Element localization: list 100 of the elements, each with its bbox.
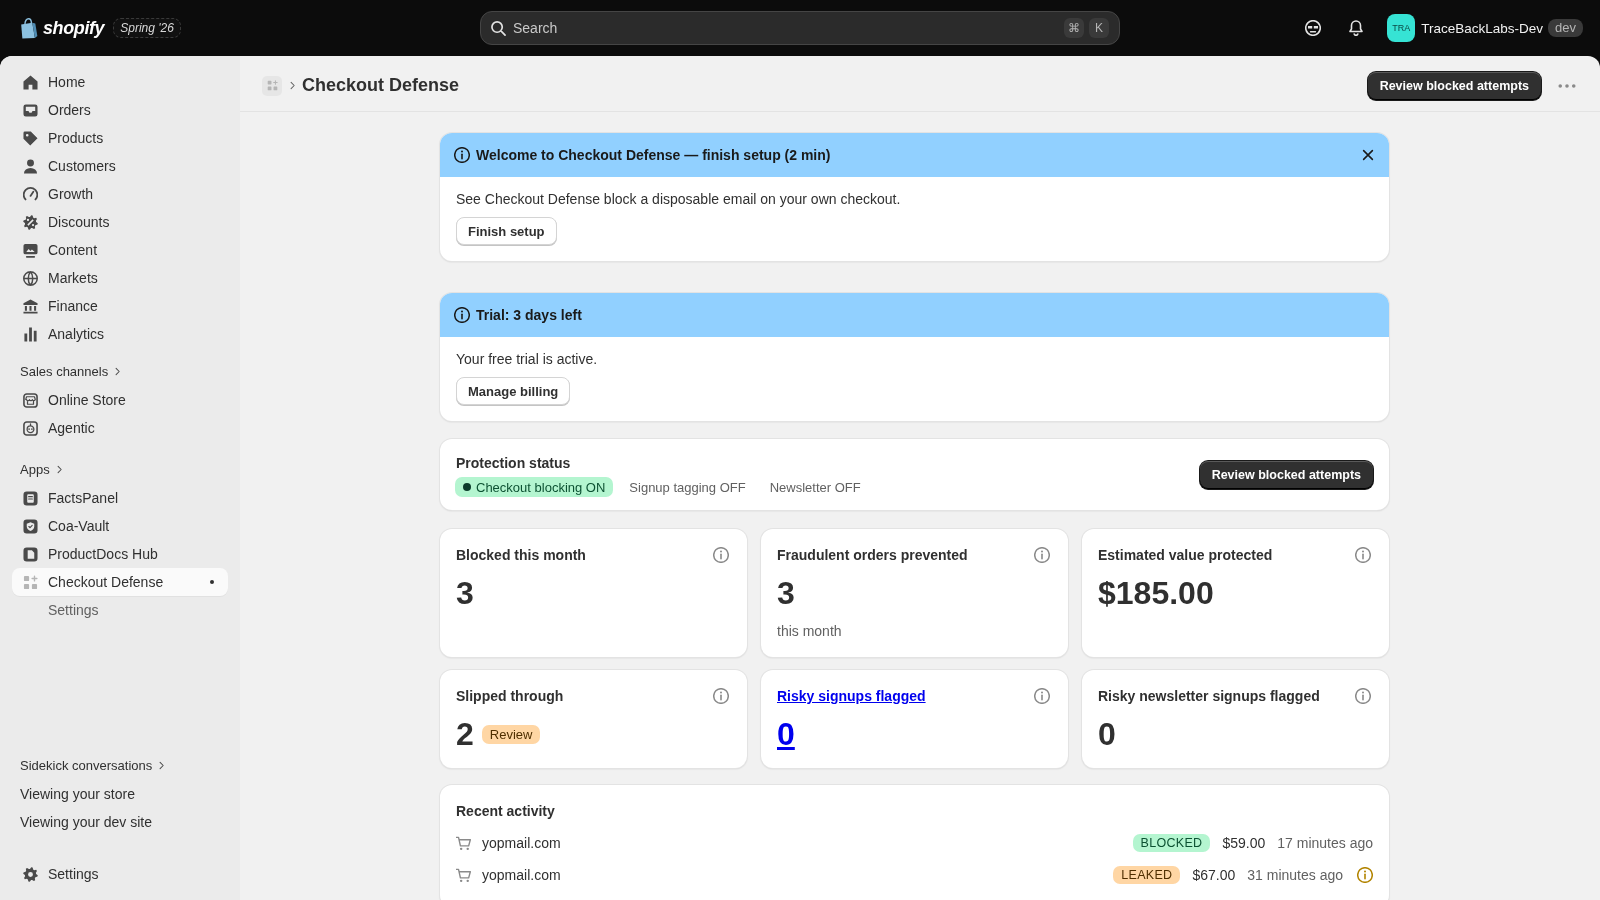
sidebar-item[interactable]: Orders [12, 96, 228, 124]
percent-badge-icon [22, 214, 38, 230]
grid-icon [22, 574, 38, 590]
chevron-icon [54, 464, 64, 474]
sidebar-item[interactable]: Coa-Vault [12, 512, 228, 540]
sidebar-item[interactable]: Content [12, 236, 228, 264]
status-tag: BLOCKED [1132, 834, 1211, 852]
stat-title-link[interactable]: Risky signups flagged [777, 686, 926, 706]
store-name[interactable]: TraceBackLabs-Dev [1421, 20, 1544, 36]
shield-icon [22, 518, 38, 534]
section-heading[interactable]: Sidekick conversations [12, 750, 167, 780]
bar-chart-icon [22, 326, 38, 342]
sidebar-item[interactable]: Growth [12, 180, 228, 208]
search-field[interactable]: Search ⌘ K [480, 11, 1120, 45]
info-icon[interactable] [1355, 547, 1371, 563]
status-label: Checkout blocking ON [476, 479, 606, 495]
shortcut-key: K [1089, 18, 1109, 38]
chevron-icon [288, 81, 297, 90]
info-icon [454, 307, 470, 323]
activity-amount: $67.00 [1192, 867, 1236, 883]
activity-domain: yopmail.com [482, 835, 561, 851]
status-dot-icon [463, 483, 471, 491]
picture-icon [22, 242, 38, 258]
card-title: Recent activity [456, 802, 556, 821]
banner-button[interactable]: Manage billing [456, 377, 571, 405]
sidebar-item[interactable]: Products [12, 124, 228, 152]
search-icon [491, 20, 506, 36]
logo-wordmark[interactable]: shopify [43, 17, 105, 39]
status-tag: LEAKED [1113, 866, 1181, 884]
sidebar-item[interactable]: Home [12, 68, 228, 96]
conversation-link[interactable]: Viewing your store [12, 780, 143, 808]
activity-time: 31 minutes ago [1247, 867, 1343, 883]
dot-icon [210, 580, 214, 584]
banner-text: See Checkout Defense block a disposable email on your own checkout. [456, 190, 902, 209]
status-label: Newsletter OFF [769, 479, 861, 495]
sidebar-item[interactable]: Discounts [12, 208, 228, 236]
status-label: Signup tagging OFF [629, 479, 746, 495]
search-input[interactable]: Search [513, 18, 1059, 38]
face-icon[interactable] [1305, 20, 1322, 36]
review-button[interactable]: Review blocked attempts [1367, 71, 1541, 100]
grid-icon[interactable] [262, 75, 282, 96]
page-icon [22, 546, 38, 562]
stat-title: Slipped through [456, 687, 564, 706]
stat-note: this month [777, 622, 843, 641]
sidebar-item[interactable]: Agentic [12, 414, 228, 442]
section-heading[interactable]: Apps [12, 454, 64, 484]
info-icon[interactable] [1355, 688, 1371, 704]
close-icon[interactable] [1361, 148, 1375, 162]
chevron-icon [113, 366, 123, 376]
stat-title: Blocked this month [456, 546, 586, 565]
banner-text: Your free trial is active. [456, 350, 599, 369]
activity-domain: yopmail.com [482, 867, 561, 883]
sidebar-subitem[interactable]: Settings [12, 596, 228, 624]
card-title: Protection status [456, 454, 572, 473]
banner-title: Trial: 3 days left [476, 307, 582, 323]
sidebar-item[interactable]: Online Store [12, 386, 228, 414]
sidebar-item[interactable]: Analytics [12, 320, 228, 348]
review-tag: Review [481, 724, 541, 744]
info-icon[interactable] [1034, 688, 1050, 704]
info-icon[interactable] [1034, 547, 1050, 563]
storefront-icon [22, 392, 38, 408]
stat-title: Estimated value protected [1098, 546, 1273, 565]
sidebar-item[interactable]: ProductDocs Hub [12, 540, 228, 568]
bell-icon[interactable] [1348, 20, 1365, 36]
conversation-link[interactable]: Viewing your dev site [12, 808, 161, 836]
chevron-icon [157, 760, 167, 770]
stat-value-link[interactable]: 0 [777, 716, 795, 752]
sidebar-item[interactable]: Settings [12, 860, 228, 888]
info-icon[interactable] [713, 547, 729, 563]
sidebar-item[interactable]: Finance [12, 292, 228, 320]
sidebar-item[interactable]: FactsPanel [12, 484, 228, 512]
activity-time: 17 minutes ago [1277, 835, 1373, 851]
banner-title: Welcome to Checkout Defense — finish setup (2 min) [476, 147, 831, 163]
review-button[interactable]: Review blocked attempts [1199, 461, 1373, 489]
activity-amount: $59.00 [1222, 835, 1266, 851]
sidebar-item[interactable]: Checkout Defense [12, 568, 228, 596]
stat-value: 3 [777, 575, 795, 611]
robot-icon [22, 420, 38, 436]
gauge-icon [22, 186, 38, 202]
gear-icon [22, 866, 38, 882]
stat-title: Risky newsletter signups flagged [1098, 687, 1320, 706]
bank-icon [22, 298, 38, 314]
info-icon [454, 147, 470, 163]
edition-tag: Spring '26 [113, 18, 181, 38]
house-icon [22, 74, 38, 90]
shortcut-key: ⌘ [1064, 18, 1084, 38]
stat-value: 2 [456, 716, 474, 752]
info-icon[interactable] [1357, 867, 1373, 883]
tray-icon [22, 102, 38, 118]
person-icon [22, 158, 38, 174]
info-icon[interactable] [713, 688, 729, 704]
section-heading[interactable]: Sales channels [12, 356, 123, 386]
dev-tag: dev [1548, 19, 1583, 37]
store-avatar[interactable]: TRA [1387, 14, 1416, 42]
stat-value: 0 [1098, 716, 1116, 752]
sidebar-item[interactable]: Markets [12, 264, 228, 292]
banner-button[interactable]: Finish setup [456, 217, 557, 245]
shopping-bag-icon[interactable] [20, 17, 38, 39]
sidebar-item[interactable]: Customers [12, 152, 228, 180]
tag-icon [22, 130, 38, 146]
